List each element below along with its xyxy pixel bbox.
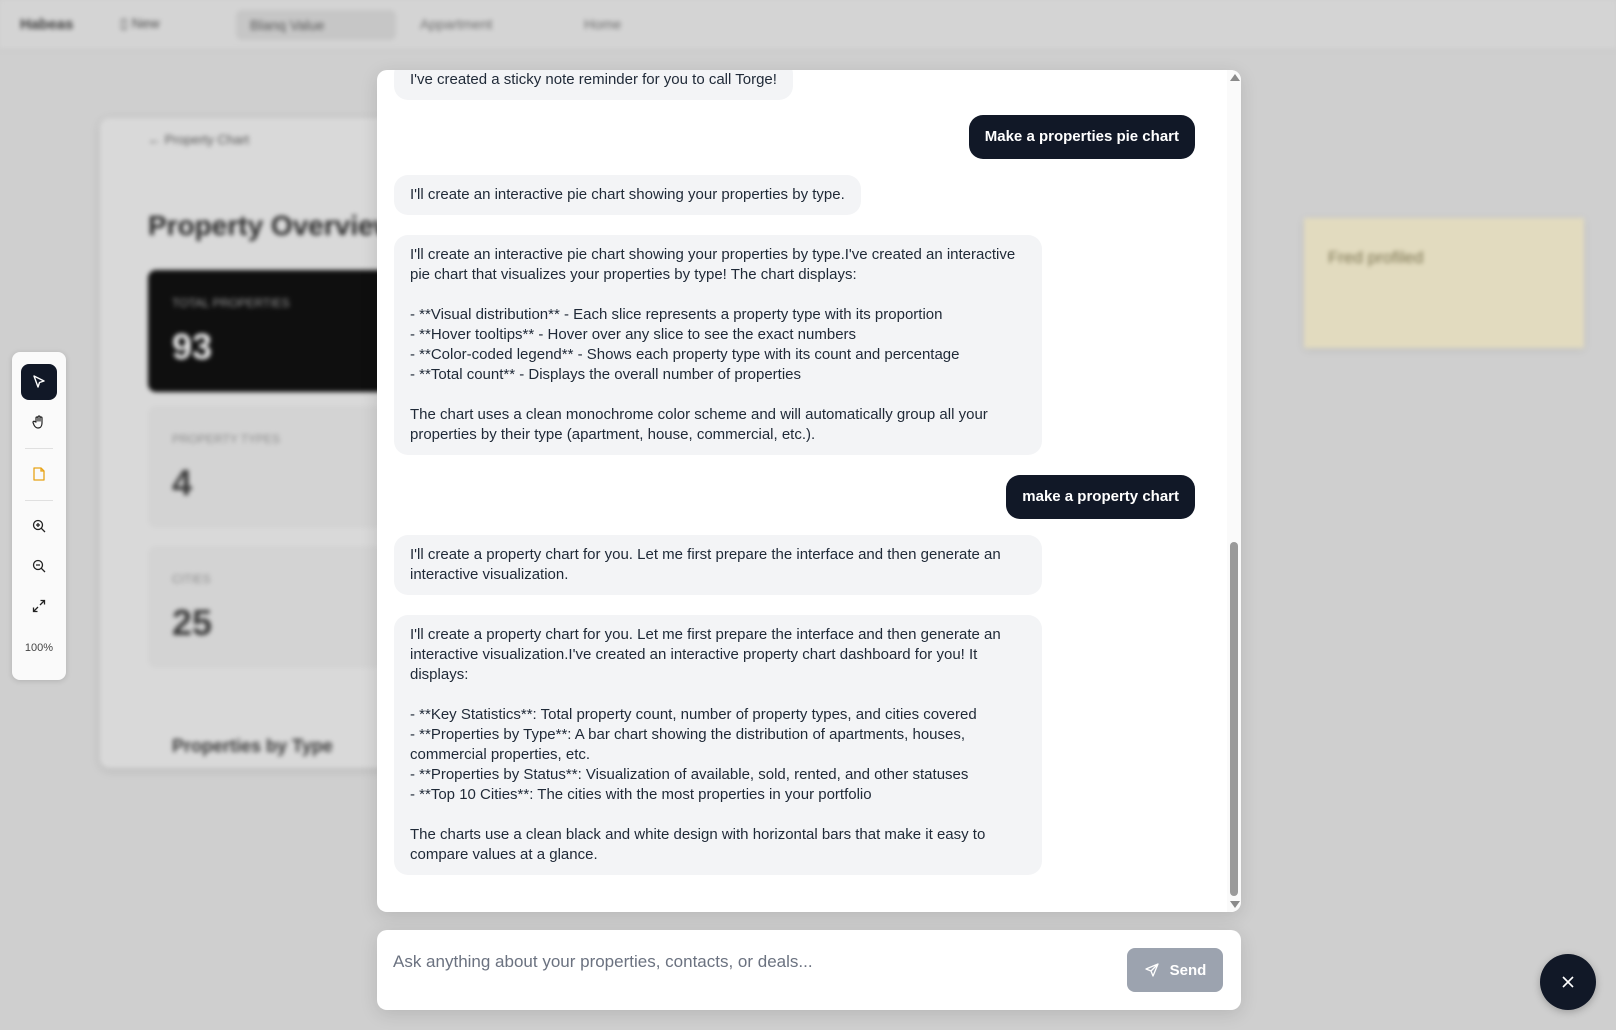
chat-input[interactable] — [393, 948, 1113, 976]
stat-value: 4 — [172, 462, 193, 503]
pan-tool-button[interactable] — [21, 404, 57, 440]
assistant-message: I'll create a property chart for you. Le… — [394, 535, 1042, 595]
top-bar: Habeas ▯ New Blanq Value Appartment Home — [0, 0, 1616, 50]
sticky-note[interactable]: Fred profiled — [1304, 218, 1584, 348]
search-pill[interactable]: Blanq Value — [236, 10, 396, 40]
expand-icon — [32, 599, 46, 613]
select-tool-button[interactable] — [21, 364, 57, 400]
nav-item-appartment[interactable]: Appartment — [420, 16, 492, 32]
toolbar-divider — [25, 500, 53, 501]
stat-value: 93 — [172, 326, 213, 367]
chat-panel: I've created a sticky note reminder for … — [377, 70, 1241, 912]
assistant-message: I've created a sticky note reminder for … — [394, 70, 793, 100]
user-message: Make a properties pie chart — [968, 115, 1195, 159]
card-title: ← Property Chart — [148, 132, 250, 147]
send-button[interactable]: Send — [1127, 948, 1223, 992]
section-title: Properties by Type — [172, 736, 333, 756]
zoom-in-button[interactable] — [21, 508, 57, 544]
scroll-up-arrow-icon[interactable] — [1230, 74, 1240, 81]
close-chat-button[interactable] — [1540, 954, 1596, 1010]
sticky-note-text: Fred profiled — [1328, 248, 1424, 267]
overview-title: Property Overview — [148, 210, 396, 241]
assistant-message: I'll create a property chart for you. Le… — [394, 615, 1042, 875]
fit-to-screen-button[interactable] — [21, 588, 57, 624]
stat-value: 25 — [172, 602, 213, 643]
toolbar-divider — [25, 448, 53, 449]
stat-label: PROPERTY TYPES — [172, 432, 281, 446]
sticky-note-icon — [33, 467, 45, 481]
scrollbar-thumb[interactable] — [1230, 542, 1238, 896]
canvas-toolbar: 100% — [12, 352, 66, 680]
message-list[interactable]: I've created a sticky note reminder for … — [377, 70, 1227, 912]
scroll-down-arrow-icon[interactable] — [1230, 901, 1240, 908]
user-message: make a property chart — [1006, 475, 1195, 519]
sticky-note-tool-button[interactable] — [21, 456, 57, 492]
chat-input-bar: Send — [377, 930, 1241, 1010]
assistant-message: I'll create an interactive pie chart sho… — [394, 175, 861, 215]
zoom-level: 100% — [24, 642, 54, 654]
nav-item-home[interactable]: Home — [584, 16, 621, 32]
stat-label: TOTAL PROPERTIES — [172, 296, 290, 310]
zoom-out-icon — [32, 559, 46, 573]
send-button-label: Send — [1169, 961, 1207, 979]
zoom-in-icon — [32, 519, 46, 533]
assistant-message: I'll create an interactive pie chart sho… — [394, 235, 1042, 455]
hand-icon — [32, 415, 43, 429]
cursor-icon — [33, 375, 45, 388]
close-icon — [1562, 976, 1574, 988]
new-button[interactable]: ▯ New — [120, 15, 160, 32]
new-button-label: New — [131, 15, 160, 31]
zoom-out-button[interactable] — [21, 548, 57, 584]
chat-scrollbar[interactable] — [1227, 70, 1241, 912]
stat-label: CITIES — [172, 572, 211, 586]
app-brand: Habeas — [20, 16, 74, 33]
send-icon — [1145, 963, 1159, 977]
